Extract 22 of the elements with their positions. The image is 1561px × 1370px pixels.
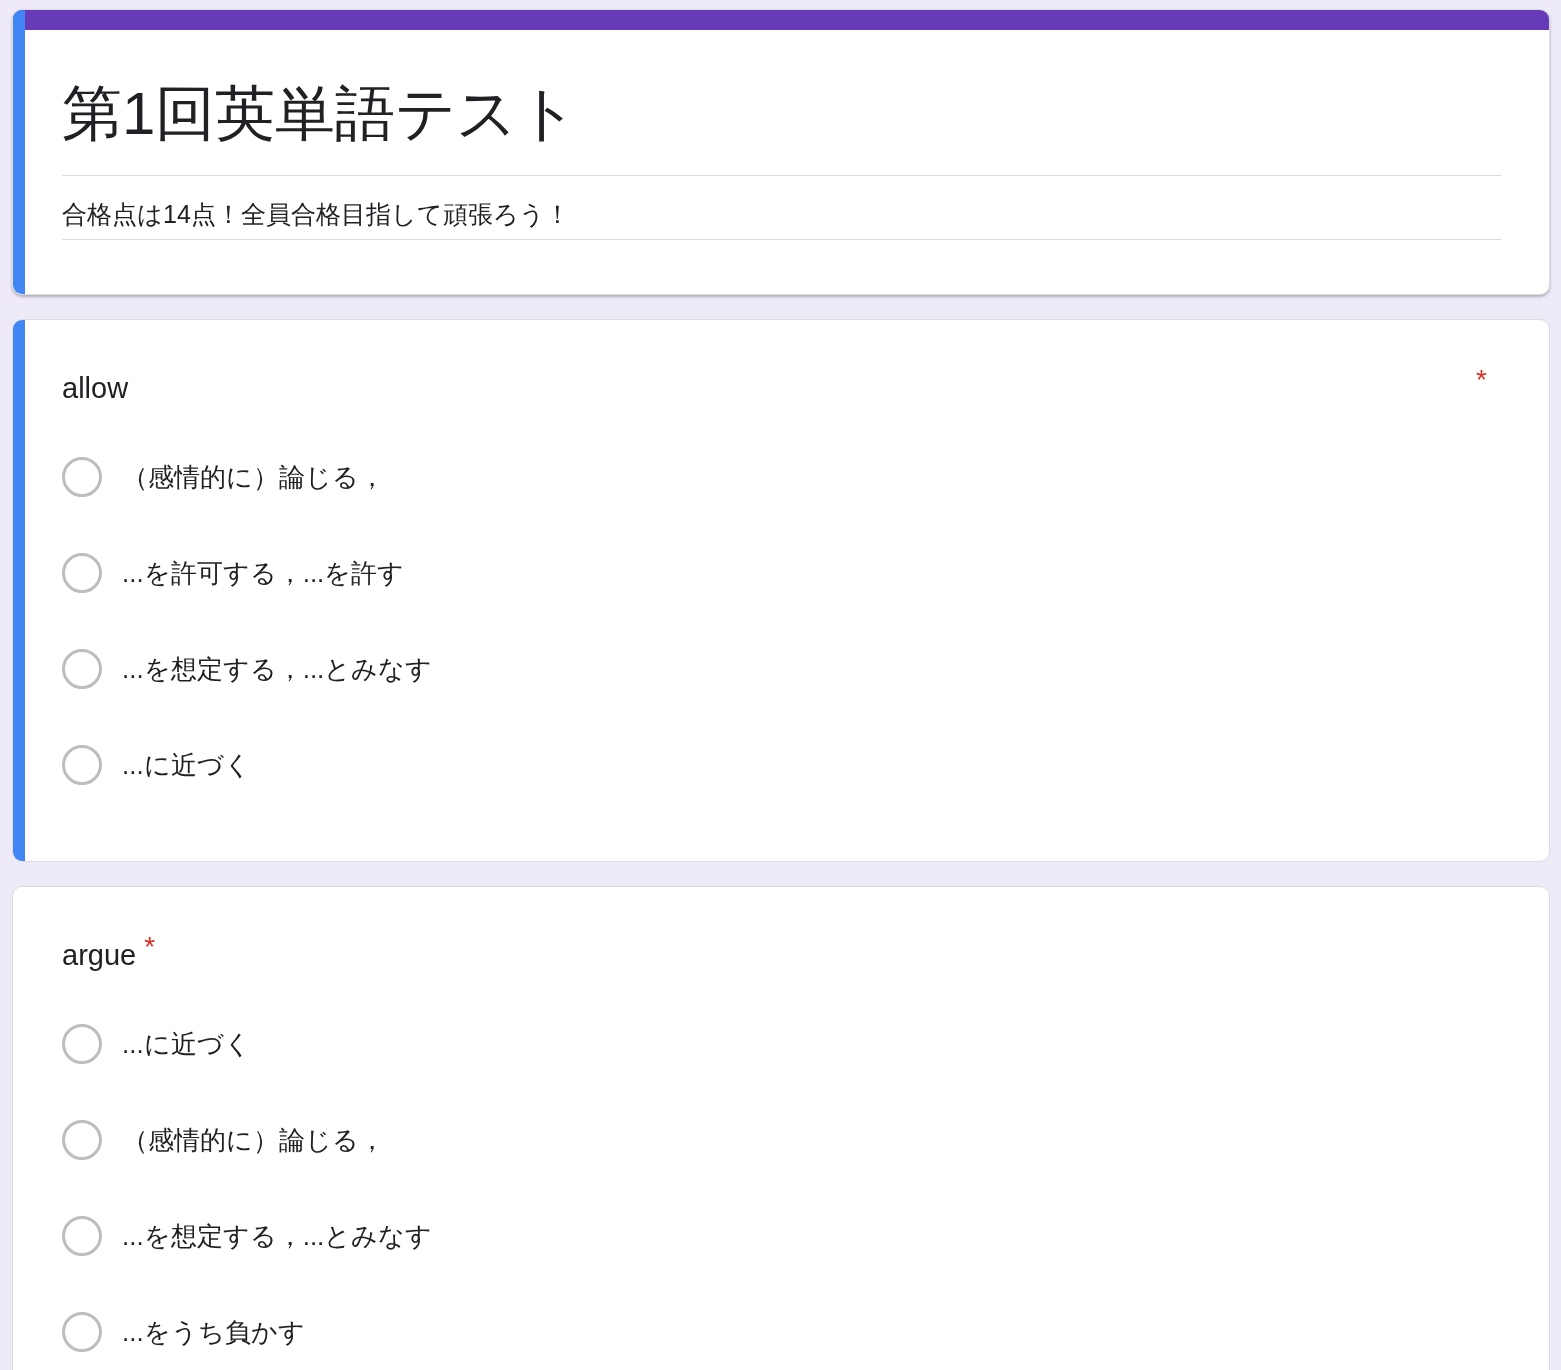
radio-button[interactable] [62, 553, 102, 593]
option-label: ...を想定する，...とみなす [122, 652, 433, 686]
option-label: （感情的に）論じる， [122, 1123, 385, 1157]
required-asterisk: * [144, 931, 156, 963]
option-label: ...を想定する，...とみなす [122, 1219, 433, 1253]
form-description: 合格点は14点！全員合格目指して頑張ろう！ [62, 176, 1501, 240]
radio-button[interactable] [62, 1216, 102, 1256]
radio-button[interactable] [62, 1312, 102, 1352]
radio-button[interactable] [62, 649, 102, 689]
option-label: ...に近づく [122, 1027, 251, 1061]
option-label: ...に近づく [122, 748, 251, 782]
radio-button[interactable] [62, 1024, 102, 1064]
required-asterisk: * [1476, 364, 1487, 396]
radio-button[interactable] [62, 457, 102, 497]
option-label: ...を許可する，...を許す [122, 556, 405, 590]
option-label: ...をうち負かす [122, 1315, 305, 1349]
form-title: 第1回英単語テスト [62, 30, 1501, 176]
option-label: （感情的に）論じる， [122, 460, 385, 494]
question-title: argue [62, 939, 137, 972]
question-title: allow [62, 372, 129, 405]
radio-button[interactable] [62, 1120, 102, 1160]
radio-button[interactable] [62, 745, 102, 785]
